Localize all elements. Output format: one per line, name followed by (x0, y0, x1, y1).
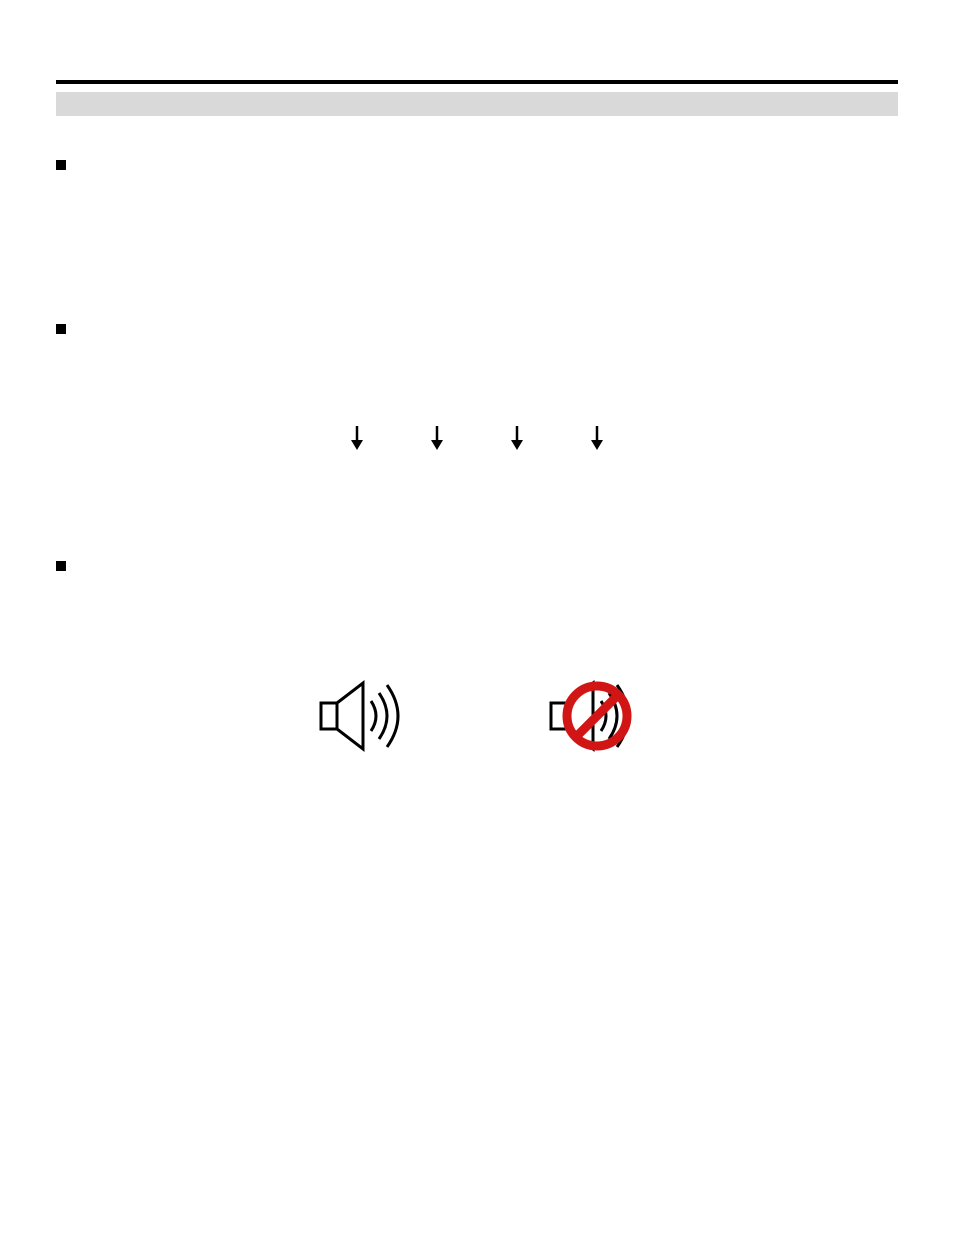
list-item (56, 557, 898, 571)
arrow-row (56, 424, 898, 457)
speaker-on-icon (307, 661, 417, 776)
down-arrow-icon (507, 424, 527, 457)
list-item (56, 320, 898, 334)
list-item (56, 156, 898, 170)
speaker-icon-row (56, 661, 898, 776)
horizontal-rule (56, 80, 898, 84)
down-arrow-icon (427, 424, 447, 457)
bullet-icon (56, 324, 66, 334)
down-arrow-icon (587, 424, 607, 457)
bullet-icon (56, 561, 66, 571)
speaker-muted-icon (537, 661, 647, 776)
page-container (0, 0, 954, 1235)
down-arrow-icon (347, 424, 367, 457)
bullet-icon (56, 160, 66, 170)
section-heading-bar (56, 92, 898, 116)
